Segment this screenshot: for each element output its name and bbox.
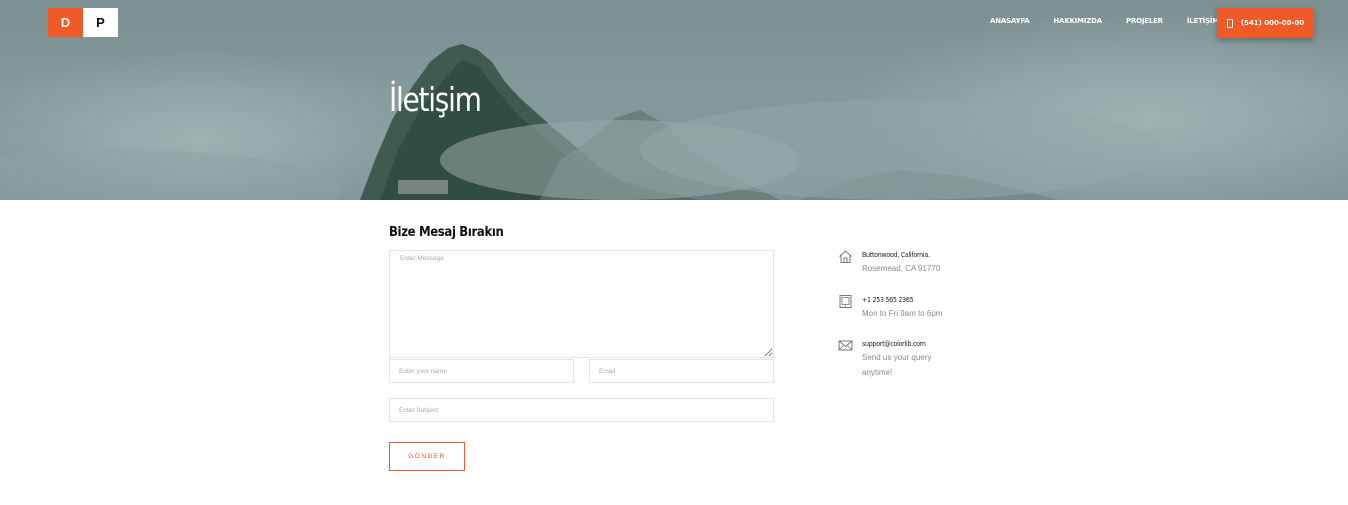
home-icon xyxy=(839,250,852,263)
mountain-background xyxy=(0,10,1348,200)
contact-email-line2: Send us your query anytime! xyxy=(862,353,932,377)
main-nav: ANASAYFA HAKKIMIZDA PROJELER İLETİŞİM xyxy=(990,17,1243,25)
contact-email-line1: support@colorlib.com xyxy=(862,340,926,348)
tablet-icon xyxy=(839,295,852,308)
subject-input[interactable] xyxy=(389,398,774,422)
logo-letter-d: D xyxy=(48,8,83,37)
phone-button-label: (541) 000-00-00 xyxy=(1240,19,1305,27)
nav-item-hakkimizda[interactable]: HAKKIMIZDA xyxy=(1053,17,1102,25)
phone-icon xyxy=(1226,18,1233,28)
nav-item-anasayfa[interactable]: ANASAYFA xyxy=(990,17,1030,25)
nav-item-projeler[interactable]: PROJELER xyxy=(1126,17,1163,25)
contact-address: Buttonwood, California. Rosemead, CA 917… xyxy=(838,250,941,276)
message-textarea[interactable] xyxy=(389,250,774,358)
logo[interactable]: D P xyxy=(48,8,118,37)
email-input[interactable] xyxy=(589,359,774,383)
phone-button[interactable]: (541) 000-00-00 xyxy=(1217,8,1314,38)
contact-phone-line1: +1 253 565 2365 xyxy=(862,296,914,304)
logo-letter-p: P xyxy=(83,8,118,37)
contact-address-line1: Buttonwood, California. xyxy=(862,251,930,259)
form-title: Bize Mesaj Bırakın xyxy=(389,225,504,240)
hero-banner: D P ANASAYFA HAKKIMIZDA PROJELER İLETİŞİ… xyxy=(0,0,1348,200)
contact-email: support@colorlib.com Send us your query … xyxy=(838,340,952,380)
mail-icon xyxy=(838,340,853,351)
name-input[interactable] xyxy=(389,359,574,383)
nav-item-iletisim[interactable]: İLETİŞİM xyxy=(1187,17,1219,25)
contact-phone: +1 253 565 2365 Mon to Fri 9am to 6pm xyxy=(838,295,943,321)
contact-address-line2: Rosemead, CA 91770 xyxy=(862,264,941,273)
submit-button[interactable]: GÖNDER xyxy=(389,442,465,471)
page-title: İletişim xyxy=(389,80,482,119)
contact-phone-line2: Mon to Fri 9am to 6pm xyxy=(862,309,943,318)
